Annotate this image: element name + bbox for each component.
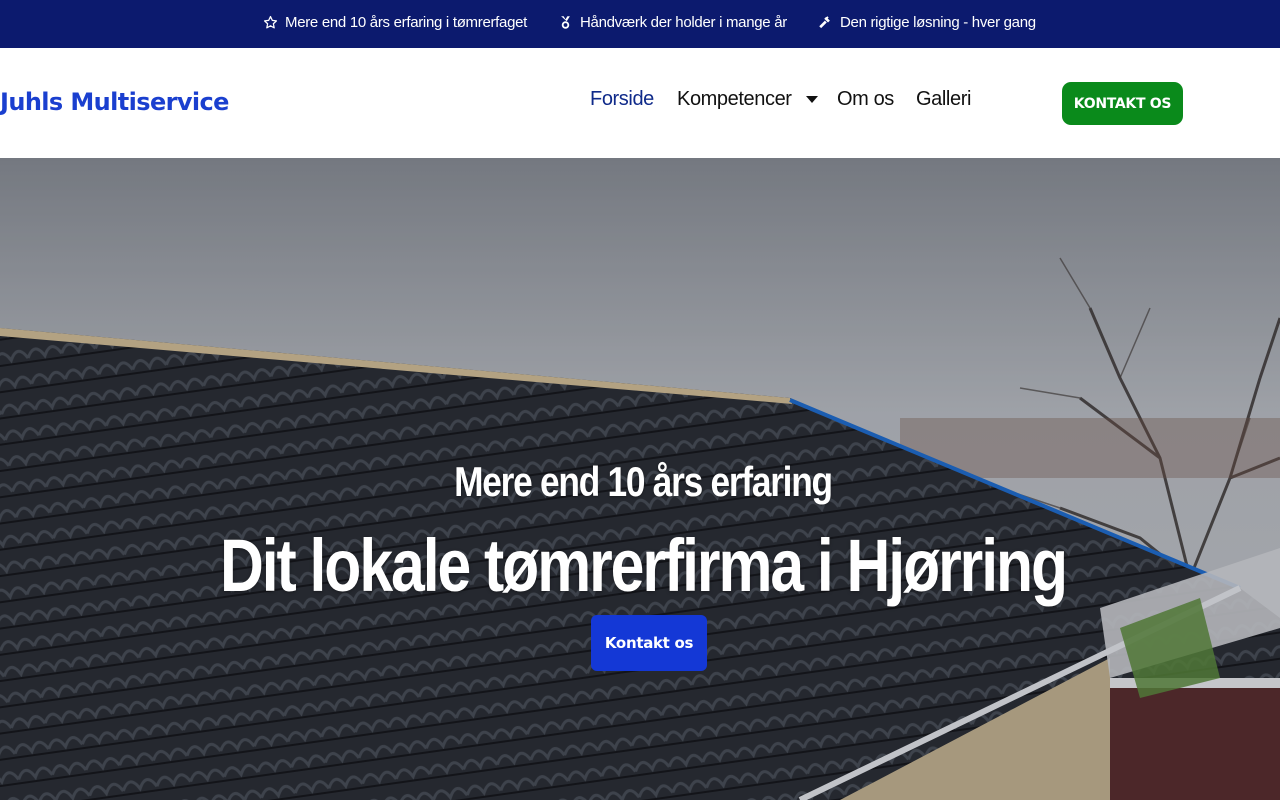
contact-button[interactable]: KONTAKT OS bbox=[1062, 82, 1183, 125]
site-logo[interactable]: Juhls Multiservice bbox=[0, 88, 229, 116]
top-info-bar: Mere end 10 års erfaring i tømrerfaget H… bbox=[0, 0, 1280, 48]
nav-item-label: Kompetencer bbox=[677, 88, 792, 110]
site-header: Juhls Multiservice Forside Kompetencer O… bbox=[0, 48, 1280, 158]
topbar-item-quality: Håndværk der holder i mange år bbox=[558, 14, 787, 31]
hammer-icon bbox=[818, 15, 833, 30]
hero-section: Mere end 10 års erfaring Dit lokale tømr… bbox=[0, 158, 1280, 800]
topbar-item-label: Den rigtige løsning - hver gang bbox=[840, 14, 1036, 31]
star-outline-icon bbox=[263, 15, 278, 30]
hero-subtitle: Mere end 10 års erfaring bbox=[454, 458, 833, 505]
nav-item-forside[interactable]: Forside bbox=[590, 88, 654, 111]
caret-down-icon[interactable] bbox=[805, 96, 818, 103]
medal-icon bbox=[558, 15, 573, 30]
topbar-item-experience: Mere end 10 års erfaring i tømrerfaget bbox=[263, 14, 527, 31]
topbar-item-solution: Den rigtige løsning - hver gang bbox=[818, 14, 1036, 31]
nav-item-label: Galleri bbox=[916, 88, 971, 110]
nav-item-kompetencer[interactable]: Kompetencer bbox=[677, 88, 818, 111]
topbar-item-label: Mere end 10 års erfaring i tømrerfaget bbox=[285, 14, 528, 31]
hero-contact-button[interactable]: Kontakt os bbox=[591, 615, 707, 671]
nav-item-label: Forside bbox=[590, 88, 654, 110]
topbar-item-label: Håndværk der holder i mange år bbox=[580, 14, 787, 31]
nav-item-galleri[interactable]: Galleri bbox=[916, 88, 971, 111]
nav-item-om-os[interactable]: Om os bbox=[837, 88, 894, 111]
hero-title: Dit lokale tømrerfirma i Hjørring bbox=[219, 524, 1068, 607]
nav-item-label: Om os bbox=[837, 88, 894, 110]
